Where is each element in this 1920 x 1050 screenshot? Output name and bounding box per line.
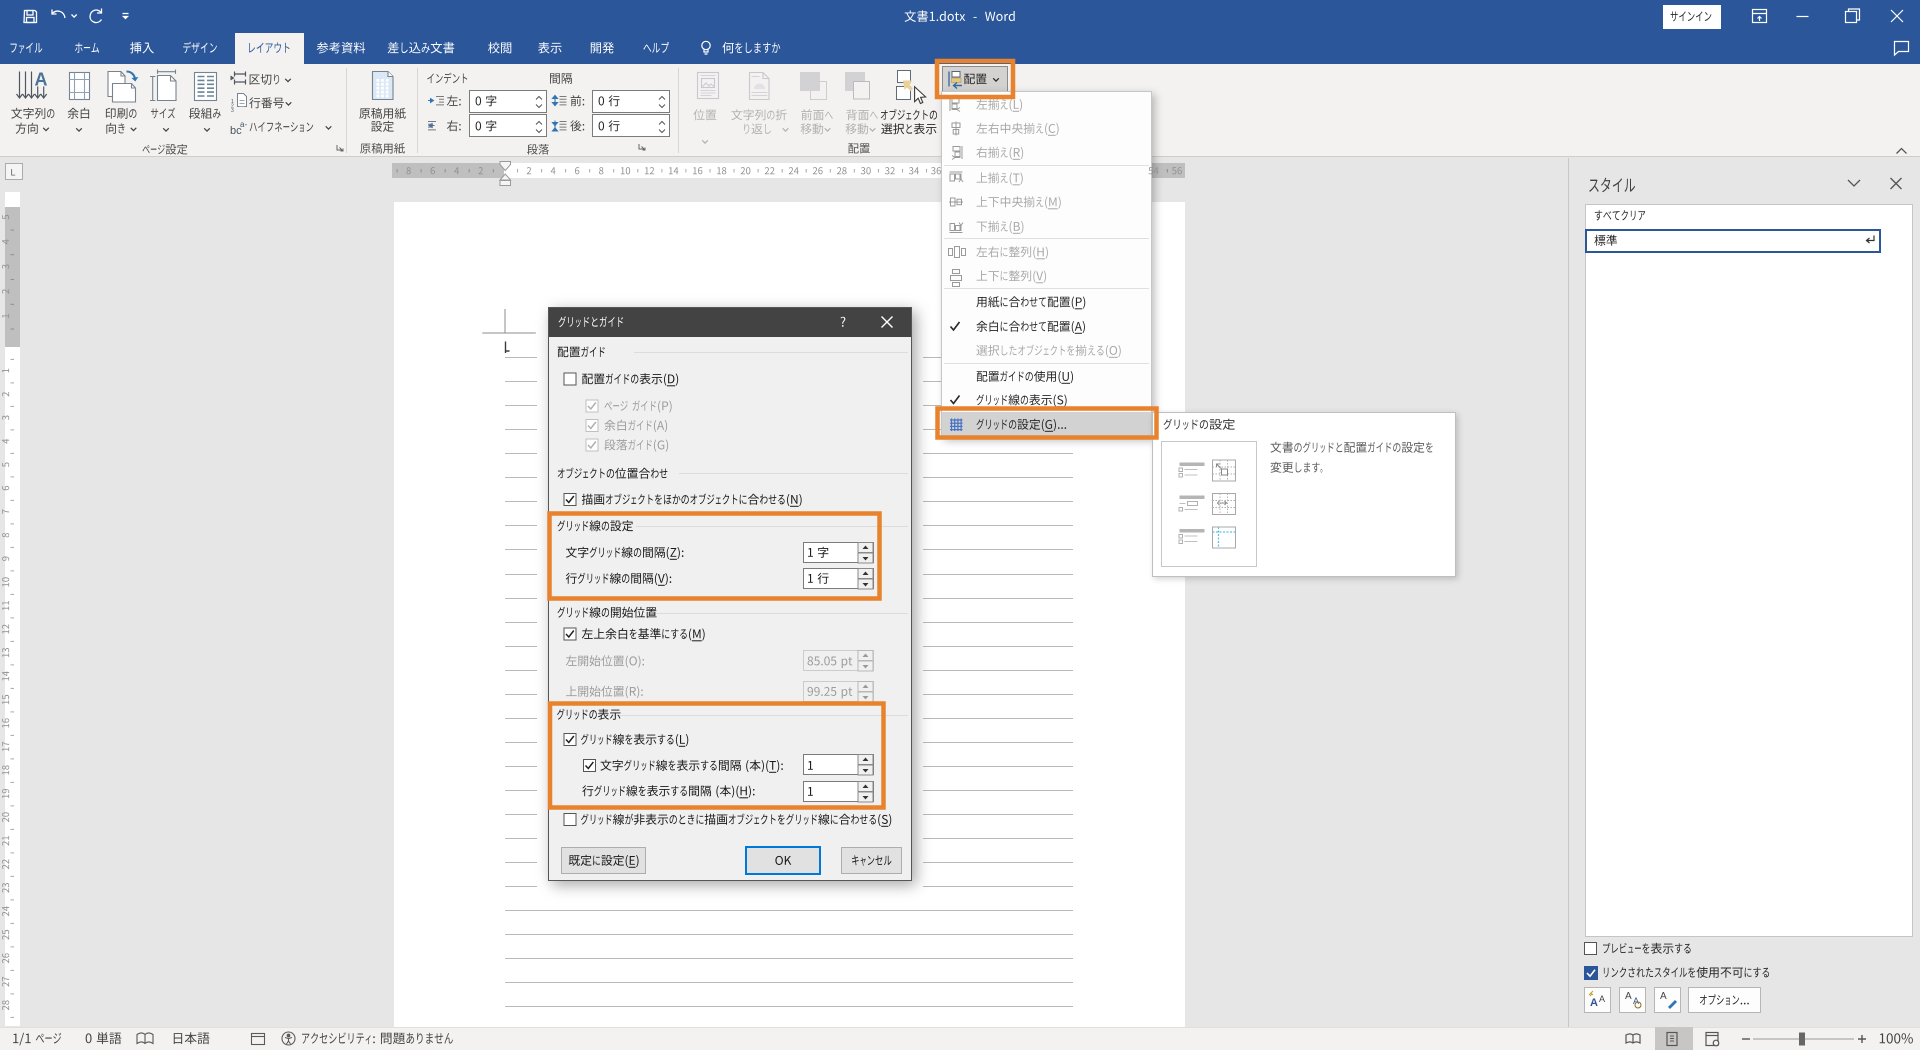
svg-text:A: A [1590,997,1598,1009]
svg-text:L: L [11,168,16,178]
svg-text:a-: a- [240,120,247,129]
svg-text:A: A [1660,991,1667,1002]
svg-text:A: A [1633,996,1639,1006]
svg-text:A: A [35,70,48,90]
svg-text:3: 3 [231,108,234,114]
svg-text:A: A [1599,994,1605,1004]
svg-text:A: A [1625,991,1632,1002]
